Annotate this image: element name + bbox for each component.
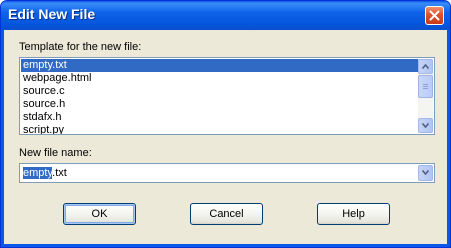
title-bar[interactable]: Edit New File xyxy=(1,1,450,30)
help-button[interactable]: Help xyxy=(317,203,390,225)
list-item[interactable]: source.h xyxy=(21,98,418,111)
chevron-down-icon xyxy=(422,170,429,175)
list-item[interactable]: stdafx.h xyxy=(21,111,418,124)
list-item[interactable]: empty.txt xyxy=(21,59,418,72)
scroll-up-button[interactable] xyxy=(418,59,433,74)
filename-input[interactable]: empty.txt xyxy=(23,166,67,180)
template-label: Template for the new file: xyxy=(19,41,142,53)
list-item[interactable]: source.c xyxy=(21,85,418,98)
grip-line xyxy=(423,86,428,87)
grip-line xyxy=(423,84,428,85)
chevron-down-icon xyxy=(422,123,429,128)
template-listbox[interactable]: empty.txt webpage.html source.c source.h… xyxy=(19,57,435,135)
chevron-up-icon xyxy=(422,64,429,69)
scroll-down-button[interactable] xyxy=(418,118,433,133)
filename-combobox[interactable]: empty.txt xyxy=(19,163,435,183)
cancel-button[interactable]: Cancel xyxy=(190,203,263,225)
close-icon xyxy=(429,10,440,21)
dialog-window: Edit New File Template for the new file:… xyxy=(0,0,451,248)
scroll-thumb[interactable] xyxy=(418,75,433,98)
ok-button[interactable]: OK xyxy=(63,203,136,225)
filename-selected-text: empty xyxy=(23,167,53,179)
vertical-scrollbar[interactable] xyxy=(418,59,433,133)
filename-extension-text: .txt xyxy=(52,167,67,179)
dropdown-button[interactable] xyxy=(418,165,433,181)
list-item[interactable]: script.py xyxy=(21,124,418,134)
grip-line xyxy=(423,88,428,89)
filename-label: New file name: xyxy=(19,147,92,159)
list-item[interactable]: webpage.html xyxy=(21,72,418,85)
dialog-client-area: Template for the new file: empty.txt web… xyxy=(4,30,447,244)
close-button[interactable] xyxy=(425,6,444,25)
window-title: Edit New File xyxy=(8,6,96,22)
